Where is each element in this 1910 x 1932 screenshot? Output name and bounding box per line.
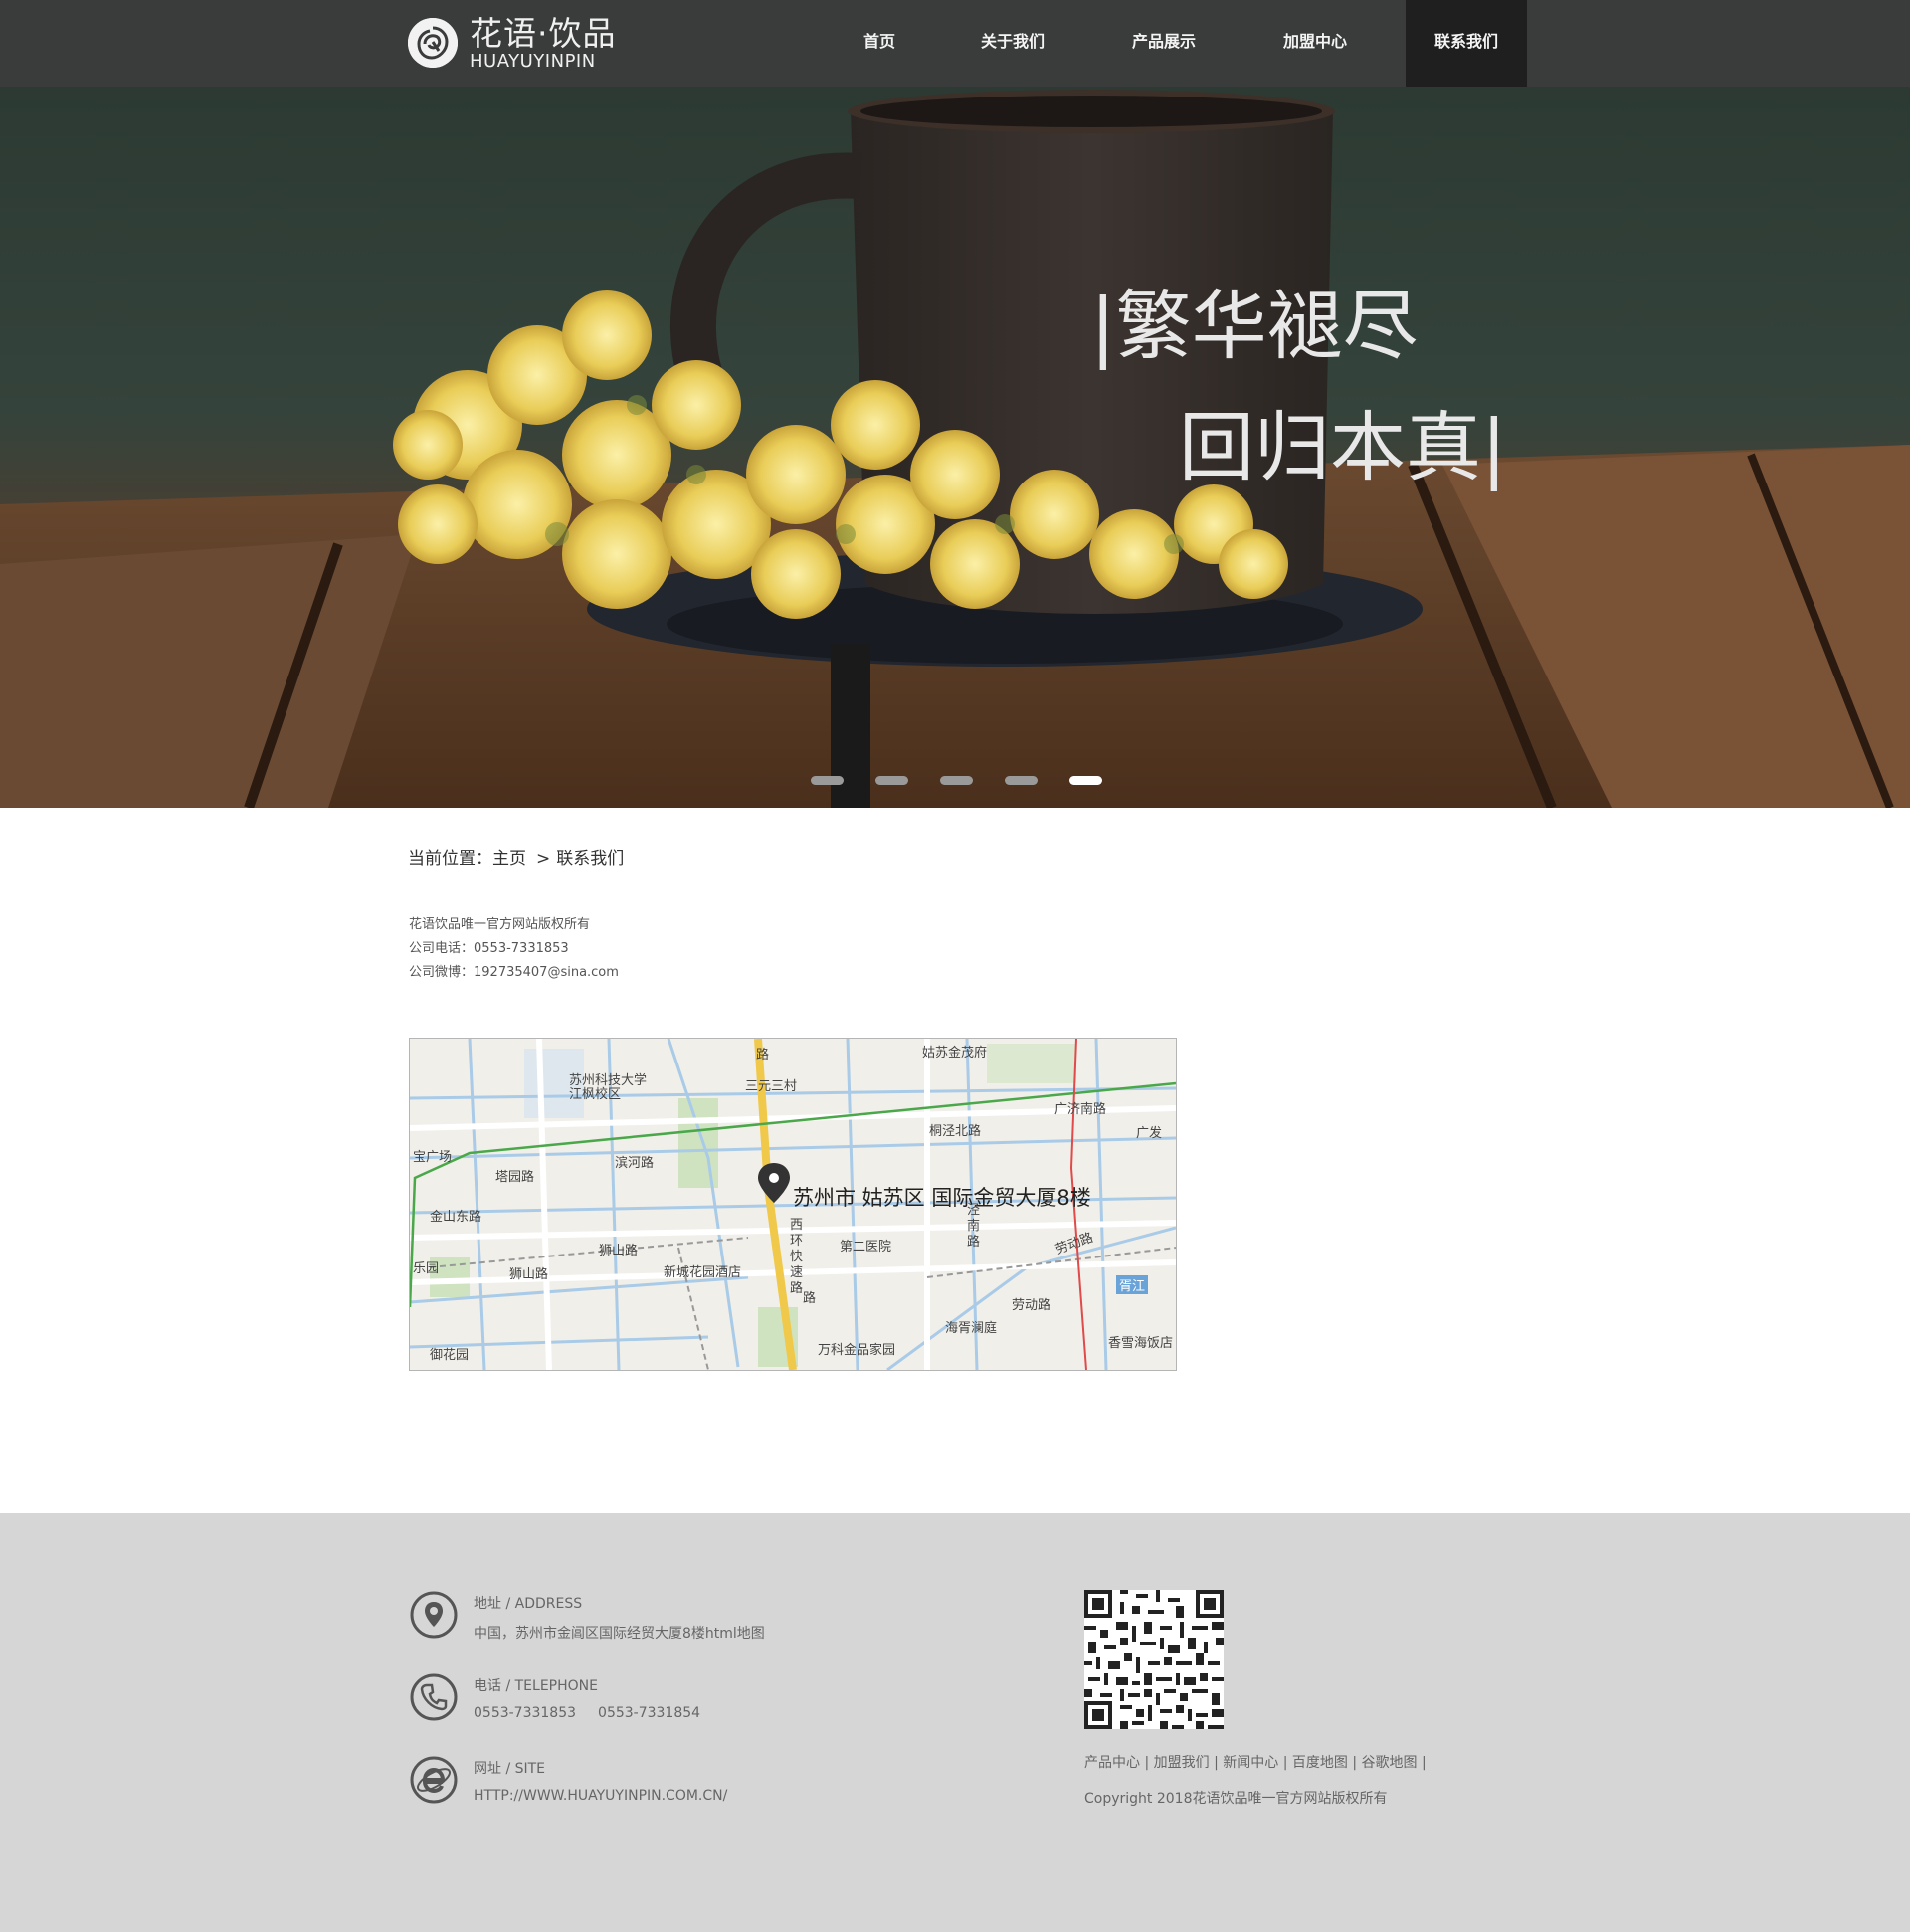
nav-item-about[interactable]: 关于我们 — [963, 0, 1062, 87]
banner-slogan-line2: 回归本真| — [1179, 403, 1507, 491]
rose-logo-icon — [408, 18, 458, 68]
logo-text-en: HUAYUYINPIN — [470, 51, 596, 72]
map-label: 路 — [756, 1048, 770, 1063]
phone-icon — [410, 1673, 458, 1721]
info-weibo-line: 公司微博：192735407@sina.com — [409, 965, 619, 980]
map-label: 广济南路 — [1054, 1102, 1107, 1117]
map-label: 香雪海饭店 — [1108, 1336, 1174, 1351]
banner-slogan-line1: |繁华褪尽 — [1090, 282, 1419, 370]
breadcrumb-prefix: 当前位置： — [408, 849, 492, 869]
map-address-label: 苏州市 姑苏区 国际金贸大厦8楼 — [793, 1186, 1091, 1210]
logo-text-cn: 花语·饮品 — [470, 14, 617, 53]
footer-phone-title: 电话 / TELEPHONE — [474, 1678, 598, 1694]
map-label: 三元三村 — [745, 1079, 798, 1094]
map-label: 胥江 — [1116, 1275, 1149, 1294]
map-label: 狮山路 — [599, 1244, 639, 1258]
breadcrumb-home-link[interactable]: 主页 — [492, 849, 526, 869]
footer-links: 产品中心 | 加盟我们 | 新闻中心 | 百度地图 | 谷歌地图 | — [1084, 1755, 1427, 1771]
site-header: 花语·饮品 HUAYUYINPIN 首页 关于我们 产品展示 加盟中心 联系我们 — [0, 0, 1910, 87]
info-phone-line: 公司电话：0553-7331853 — [409, 941, 569, 956]
footer-address-title: 地址 / ADDRESS — [474, 1596, 583, 1612]
footer-link-news[interactable]: 新闻中心 — [1223, 1755, 1278, 1771]
map-label: 金山东路 — [430, 1210, 482, 1225]
browser-e-icon — [410, 1756, 458, 1804]
nav-item-products[interactable]: 产品展示 — [1114, 0, 1214, 87]
footer-copyright: Copyright 2018花语饮品唯一官方网站版权所有 — [1084, 1791, 1388, 1807]
map-label: 新城花园酒店 — [664, 1265, 742, 1280]
footer-link-join[interactable]: 加盟我们 — [1154, 1755, 1210, 1771]
location-pin-icon — [410, 1591, 458, 1639]
site-footer: 地址 / ADDRESS 中国，苏州市金阊区国际经贸大厦8楼html地图 电话 … — [0, 1513, 1910, 1932]
map-label: 宝广场 — [413, 1150, 453, 1165]
map-label: 苏州科技大学江枫校区 — [569, 1073, 648, 1102]
footer-link-baidu-map[interactable]: 百度地图 — [1292, 1755, 1348, 1771]
map-label: 滨河路 — [615, 1156, 655, 1171]
map-label: 西环快速路 — [790, 1218, 804, 1296]
map-label: 第二医院 — [840, 1240, 892, 1255]
map-label: 桐泾北路 — [929, 1124, 982, 1139]
qr-code — [1084, 1590, 1224, 1729]
footer-phone-1: 0553-7331853 — [474, 1705, 577, 1721]
footer-phone-numbers: 0553-7331853 0553-7331854 — [474, 1705, 722, 1721]
map-label: 劳动路 — [1012, 1298, 1051, 1313]
slider-dot-1[interactable] — [811, 776, 844, 785]
location-map[interactable]: 苏州市 姑苏区 国际金贸大厦8楼 姑苏金茂府 苏州科技大学江枫校区 三元三村 广… — [409, 1038, 1177, 1371]
footer-site-title: 网址 / SITE — [474, 1761, 546, 1777]
map-label: 泾南路 — [967, 1203, 981, 1250]
footer-link-google-map[interactable]: 谷歌地图 — [1362, 1755, 1418, 1771]
map-label: 乐园 — [413, 1261, 440, 1276]
slider-dot-2[interactable] — [875, 776, 908, 785]
footer-phone-2: 0553-7331854 — [598, 1705, 701, 1721]
footer-site-url[interactable]: HTTP://WWW.HUAYUYINPIN.COM.CN/ — [474, 1788, 727, 1804]
nav-item-contact[interactable]: 联系我们 — [1406, 0, 1527, 87]
banner-image — [0, 87, 1910, 808]
footer-address-text: 中国，苏州市金阊区国际经贸大厦8楼html地图 — [474, 1626, 765, 1642]
map-label: 广发 — [1136, 1126, 1163, 1141]
breadcrumb-current: 联系我们 — [556, 849, 625, 869]
map-label: 海胥澜庭 — [945, 1321, 998, 1336]
slider-dot-3[interactable] — [940, 776, 973, 785]
map-label: 姑苏金茂府 — [922, 1046, 988, 1061]
map-label: 塔园路 — [495, 1170, 535, 1185]
nav-item-home[interactable]: 首页 — [842, 0, 917, 87]
slider-dot-5[interactable] — [1069, 776, 1102, 785]
breadcrumb: 当前位置：主页 > 联系我们 — [408, 844, 628, 869]
breadcrumb-separator: > — [536, 849, 551, 869]
map-label: 狮山路 — [509, 1267, 549, 1282]
map-label: 路 — [803, 1291, 817, 1306]
contact-info: 花语饮品唯一官方网站版权所有 公司电话：0553-7331853 公司微博：19… — [409, 913, 619, 985]
map-label: 御花园 — [430, 1348, 470, 1363]
info-copyright-line: 花语饮品唯一官方网站版权所有 — [409, 917, 591, 932]
slider-dot-4[interactable] — [1005, 776, 1038, 785]
nav-item-franchise[interactable]: 加盟中心 — [1265, 0, 1365, 87]
map-label: 万科金品家园 — [818, 1343, 896, 1358]
logo[interactable]: 花语·饮品 HUAYUYINPIN — [408, 14, 627, 72]
footer-link-products[interactable]: 产品中心 — [1084, 1755, 1140, 1771]
qr-code-icon — [1084, 1590, 1224, 1729]
hero-banner: |繁华褪尽 回归本真| — [0, 87, 1910, 808]
slider-dots — [811, 776, 1109, 786]
